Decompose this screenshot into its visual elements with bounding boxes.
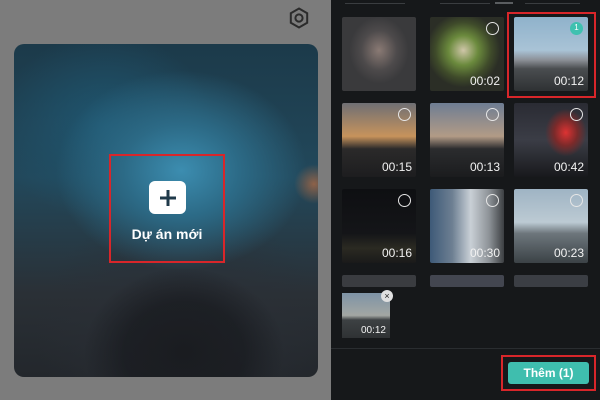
media-thumb-8[interactable]: 00:30: [430, 189, 504, 263]
add-button[interactable]: Thêm (1): [508, 362, 589, 384]
media-duration: 00:15: [381, 160, 412, 174]
footer-divider: [331, 348, 600, 349]
select-circle[interactable]: [398, 194, 411, 207]
media-duration: 00:13: [469, 160, 500, 174]
media-duration: 00:02: [469, 74, 500, 88]
media-thumb-9[interactable]: 00:23: [514, 189, 588, 263]
media-duration: 00:16: [381, 246, 412, 260]
media-duration: 00:30: [469, 246, 500, 260]
select-circle[interactable]: [486, 108, 499, 121]
close-icon[interactable]: ×: [381, 290, 393, 302]
app-root: Dự án mới 00:02 1 00:12 00:15 00:13 00:4…: [0, 0, 600, 400]
select-circle[interactable]: [486, 194, 499, 207]
media-thumb-11[interactable]: [430, 275, 504, 287]
media-thumb-1[interactable]: [342, 17, 416, 91]
select-circle[interactable]: [398, 108, 411, 121]
selected-media-highlight: [507, 12, 596, 98]
new-project-button[interactable]: Dự án mới: [109, 154, 225, 263]
selected-clip-duration: 00:12: [360, 325, 386, 336]
background-image-glow: [294, 164, 318, 204]
new-project-label: Dự án mới: [131, 226, 203, 242]
tab-indicator-strip: [345, 2, 580, 4]
home-panel: Dự án mới: [0, 0, 331, 400]
add-button-highlight: Thêm (1): [501, 355, 596, 391]
media-duration: 00:23: [553, 246, 584, 260]
selected-clip[interactable]: 00:12 ×: [342, 290, 393, 338]
settings-button[interactable]: [287, 6, 311, 30]
select-circle[interactable]: [570, 108, 583, 121]
media-thumb-7[interactable]: 00:16: [342, 189, 416, 263]
background-image-silhouette: [84, 254, 284, 377]
plus-icon: [149, 181, 186, 214]
media-thumb-2[interactable]: 00:02: [430, 17, 504, 91]
media-duration: 00:42: [553, 160, 584, 174]
media-thumb-12[interactable]: [514, 275, 588, 287]
select-circle[interactable]: [570, 194, 583, 207]
media-thumb-6[interactable]: 00:42: [514, 103, 588, 177]
gear-icon: [289, 7, 309, 29]
media-thumb-4[interactable]: 00:15: [342, 103, 416, 177]
media-thumb-10[interactable]: [342, 275, 416, 287]
media-thumb-5[interactable]: 00:13: [430, 103, 504, 177]
select-circle[interactable]: [486, 22, 499, 35]
